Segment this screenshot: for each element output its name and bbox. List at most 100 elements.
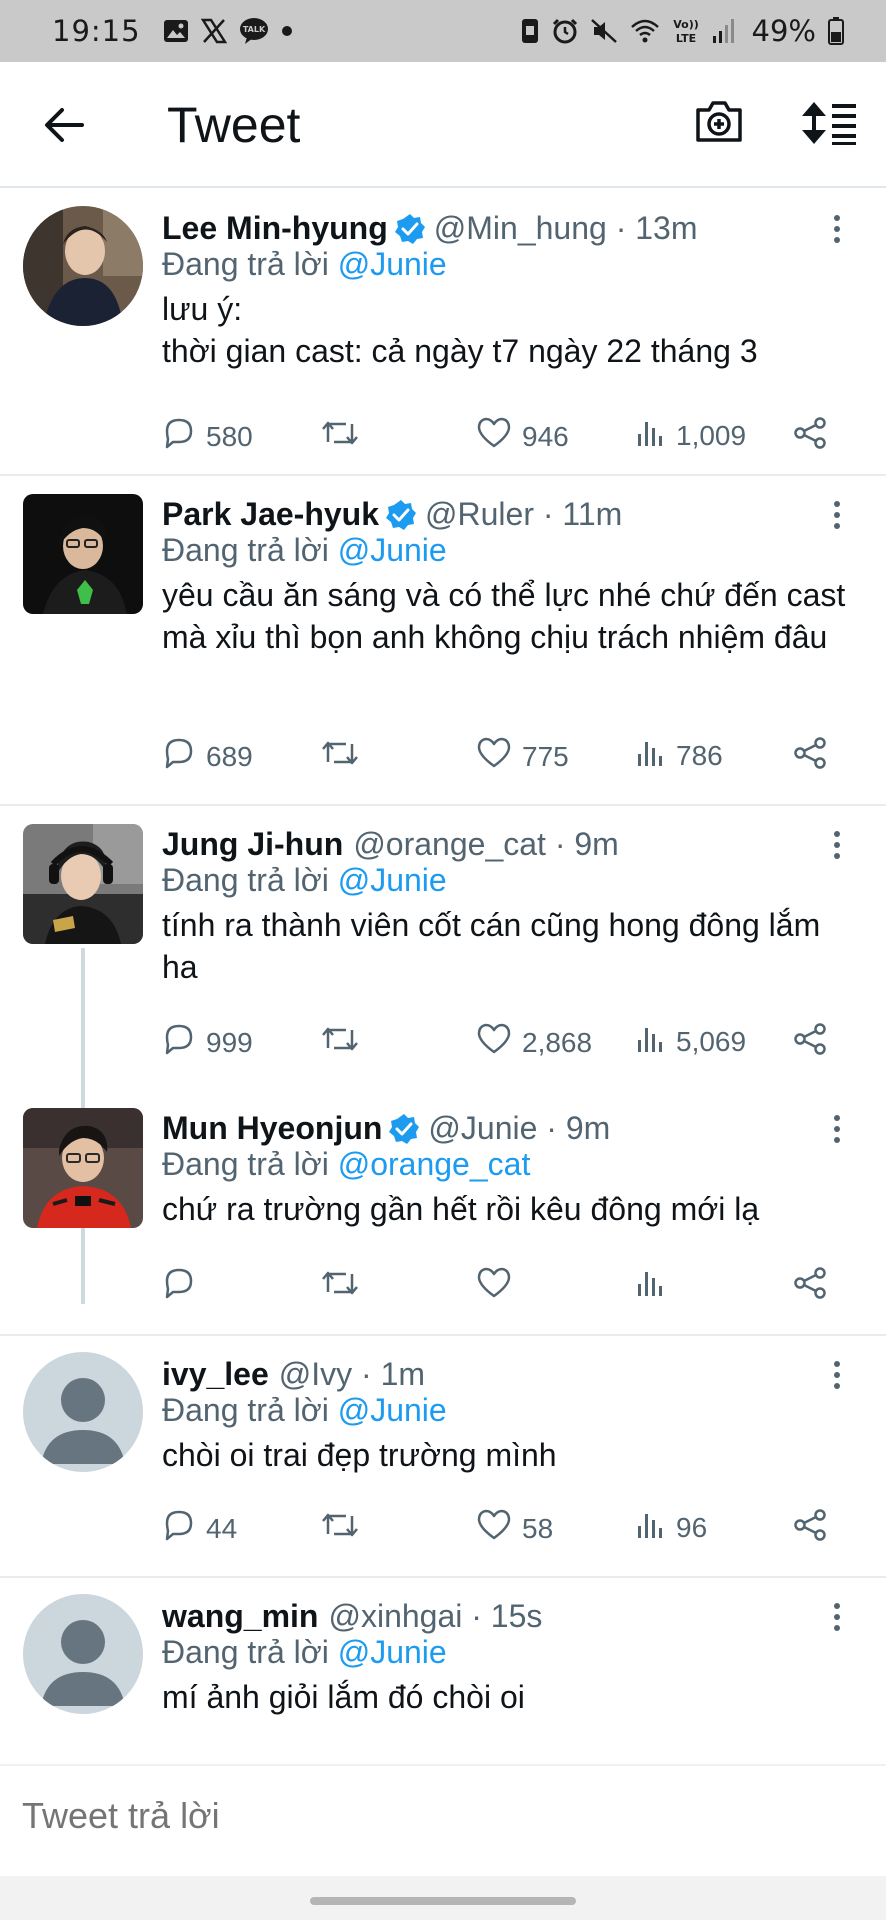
tweet-actions: 44 58 96	[162, 1508, 852, 1548]
mention-link[interactable]: @Junie	[338, 246, 447, 282]
more-options-icon[interactable]	[826, 214, 848, 244]
share-icon	[792, 736, 828, 777]
share-button[interactable]	[792, 416, 828, 457]
views-count: 786	[676, 739, 723, 771]
like-count: 58	[522, 1512, 554, 1544]
replying-to: Đang trả lời @Junie	[162, 862, 447, 899]
author-name[interactable]: Lee Min-hyung	[162, 210, 388, 247]
views-button[interactable]: 1,009	[636, 416, 746, 455]
sort-icon[interactable]	[800, 100, 858, 151]
tweet-body: mí ảnh giỏi lắm đó chòi oi	[162, 1679, 525, 1715]
more-options-icon[interactable]	[826, 1602, 848, 1632]
retweet-button[interactable]	[320, 1022, 370, 1063]
share-icon	[792, 416, 828, 457]
avatar[interactable]	[23, 824, 143, 944]
note-icon	[520, 18, 540, 44]
tweet-body: yêu cầu ăn sáng và có thể lực nhé chứ đế…	[162, 577, 846, 655]
reply-input[interactable]	[20, 1794, 864, 1838]
mention-link[interactable]: @orange_cat	[338, 1146, 531, 1182]
replying-to-prefix: Đang trả lời	[162, 862, 338, 898]
share-button[interactable]	[792, 1266, 828, 1307]
tweet-item[interactable]: Park Jae-hyuk @Ruler · 11m Đang trả lời …	[0, 476, 886, 794]
reply-icon	[162, 1508, 196, 1549]
replying-to-prefix: Đang trả lời	[162, 532, 338, 568]
like-count: 775	[522, 740, 569, 772]
avatar[interactable]	[23, 206, 143, 326]
more-options-icon[interactable]	[826, 1360, 848, 1390]
replying-to-prefix: Đang trả lời	[162, 1146, 338, 1182]
views-icon	[636, 1022, 666, 1061]
views-button[interactable]	[636, 1266, 676, 1305]
mute-icon	[590, 18, 618, 44]
reply-button[interactable]: 44	[162, 1508, 237, 1549]
share-button[interactable]	[792, 1022, 828, 1063]
tweet-item[interactable]: Jung Ji-hun @orange_cat · 9m Đang trả lờ…	[0, 806, 886, 1090]
like-button[interactable]	[476, 1266, 522, 1307]
share-button[interactable]	[792, 1508, 828, 1549]
status-time: 19:15	[52, 14, 141, 48]
back-arrow-icon[interactable]	[42, 102, 88, 148]
heart-icon	[476, 1022, 512, 1063]
home-gesture-pill[interactable]	[310, 1897, 576, 1905]
retweet-button[interactable]	[320, 1508, 370, 1549]
like-button[interactable]: 775	[476, 736, 569, 777]
reply-count: 580	[206, 420, 253, 452]
retweet-button[interactable]	[320, 736, 370, 777]
mention-link[interactable]: @Junie	[338, 862, 447, 898]
tweet-item[interactable]: Mun Hyeonjun @Junie · 9m Đang trả lời @o…	[0, 1094, 886, 1334]
tweet-actions: 999 2,868 5,069	[162, 1022, 852, 1062]
retweet-button[interactable]	[320, 416, 370, 457]
tweet-actions: 689 775 786	[162, 736, 852, 776]
author-name[interactable]: Jung Ji-hun	[162, 826, 343, 863]
views-button[interactable]: 5,069	[636, 1022, 746, 1061]
mention-link[interactable]: @Junie	[338, 1634, 447, 1670]
reply-icon	[162, 1266, 196, 1307]
author-name[interactable]: Mun Hyeonjun	[162, 1110, 382, 1147]
heart-icon	[476, 1266, 512, 1307]
avatar[interactable]	[23, 1352, 143, 1472]
heart-icon	[476, 416, 512, 457]
mention-link[interactable]: @Junie	[338, 532, 447, 568]
retweet-button[interactable]	[320, 1266, 370, 1307]
author-name[interactable]: wang_min	[162, 1598, 318, 1635]
like-count: 946	[522, 420, 569, 452]
share-button[interactable]	[792, 736, 828, 777]
share-icon	[792, 1266, 828, 1307]
camera-add-icon[interactable]	[694, 98, 744, 149]
views-button[interactable]: 786	[636, 736, 723, 775]
reply-button[interactable]: 580	[162, 416, 253, 457]
tweet-body: lưu ý: thời gian cast: cả ngày t7 ngày 2…	[162, 291, 758, 369]
author-name[interactable]: ivy_lee	[162, 1356, 269, 1393]
views-icon	[636, 416, 666, 455]
tweet-item[interactable]: wang_min @xinhgai · 15s Đang trả lời @Ju…	[0, 1578, 886, 1764]
tweet-body: chứ ra trường gần hết rồi kêu đông mới l…	[162, 1191, 760, 1227]
avatar[interactable]	[23, 494, 143, 614]
tweet-item[interactable]: ivy_lee @Ivy · 1m Đang trả lời @Junie ch…	[0, 1336, 886, 1576]
heart-icon	[476, 736, 512, 777]
retweet-icon	[320, 1022, 360, 1063]
author-handle-time: @xinhgai · 15s	[328, 1598, 543, 1634]
author-name[interactable]: Park Jae-hyuk	[162, 496, 379, 533]
like-button[interactable]: 2,868	[476, 1022, 592, 1063]
replying-to: Đang trả lời @Junie	[162, 1634, 447, 1671]
more-options-icon[interactable]	[826, 500, 848, 530]
status-bar: 19:15 TALK Vo)) LTE 49%	[0, 0, 886, 62]
views-count: 96	[676, 1511, 708, 1543]
like-button[interactable]: 58	[476, 1508, 553, 1549]
like-button[interactable]: 946	[476, 416, 569, 457]
more-options-icon[interactable]	[826, 830, 848, 860]
reply-button[interactable]: 999	[162, 1022, 253, 1063]
views-icon	[636, 1508, 666, 1547]
talk-icon: TALK	[239, 17, 269, 45]
svg-text:TALK: TALK	[242, 25, 265, 34]
avatar[interactable]	[23, 1594, 143, 1714]
reply-button[interactable]: 689	[162, 736, 253, 777]
mention-link[interactable]: @Junie	[338, 1392, 447, 1428]
author-handle-time: @Ivy · 1m	[278, 1356, 426, 1392]
reply-button[interactable]	[162, 1266, 206, 1307]
more-options-icon[interactable]	[826, 1114, 848, 1144]
views-count: 5,069	[676, 1025, 747, 1057]
avatar[interactable]	[23, 1108, 143, 1228]
tweet-item[interactable]: Lee Min-hyung @Min_hung · 13m Đang trả l…	[0, 190, 886, 474]
views-button[interactable]: 96	[636, 1508, 707, 1547]
